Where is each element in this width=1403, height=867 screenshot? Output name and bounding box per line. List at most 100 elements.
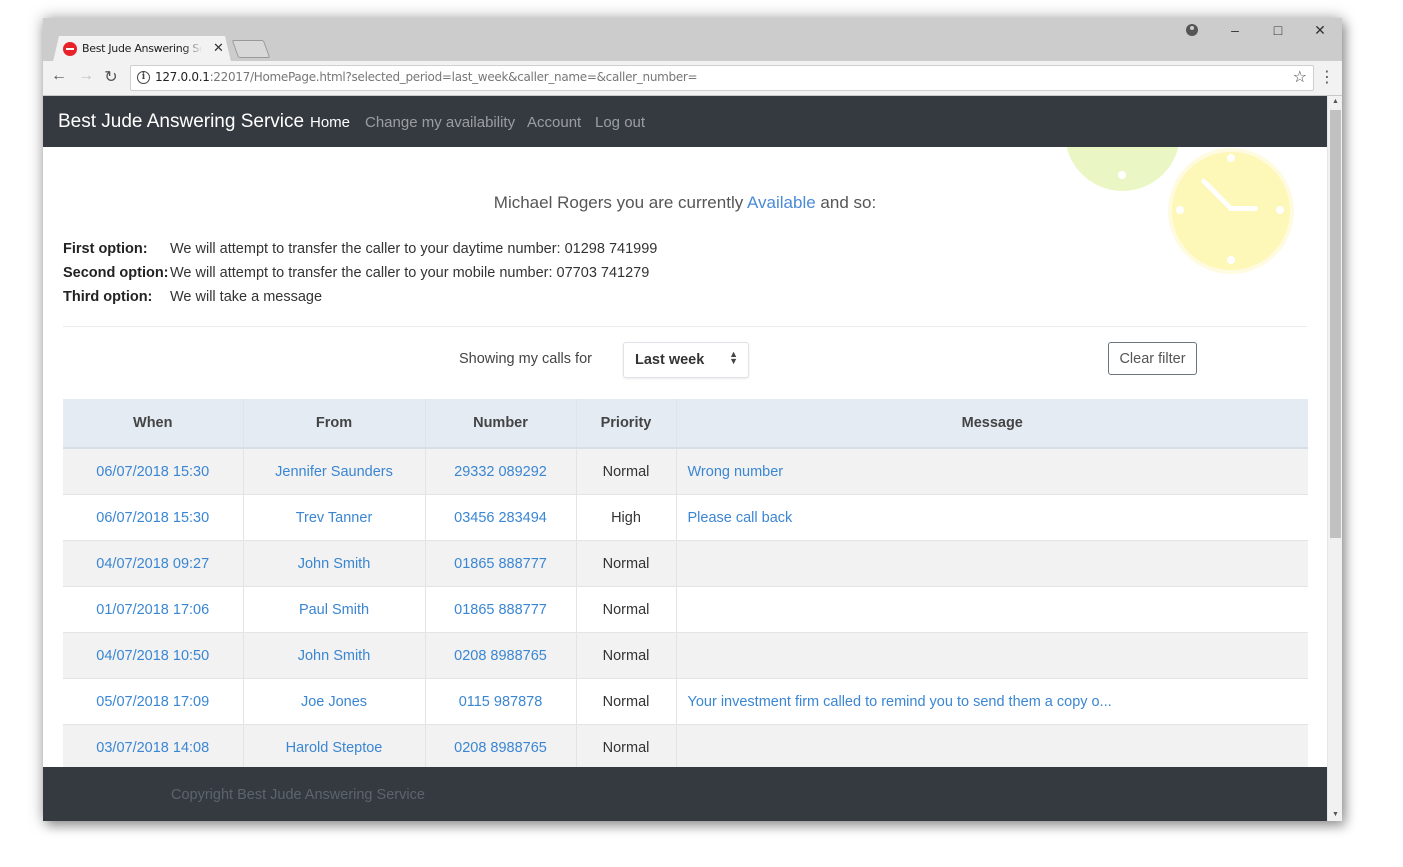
number-link[interactable]: 03456 283494	[454, 510, 547, 526]
close-window-icon[interactable]: ✕	[1310, 22, 1330, 39]
table-header-row: When From Number Priority Message	[63, 399, 1308, 449]
number-link[interactable]: 0208 8988765	[454, 648, 547, 664]
cell-priority: Normal	[576, 540, 677, 587]
calls-table: When From Number Priority Message 06/07/…	[63, 399, 1308, 771]
when-link[interactable]: 04/07/2018 09:27	[96, 556, 209, 572]
option-text: We will attempt to transfer the caller t…	[170, 241, 658, 257]
number-link[interactable]: 0115 987878	[459, 694, 543, 710]
new-tab-button[interactable]	[231, 40, 271, 58]
from-link[interactable]: Joe Jones	[301, 694, 367, 710]
cell-from: Harold Steptoe	[243, 724, 426, 771]
cell-number: 01865 888777	[425, 540, 577, 587]
when-link[interactable]: 06/07/2018 15:30	[96, 510, 209, 526]
browser-menu-icon[interactable]: ⋮	[1319, 67, 1335, 87]
option-label: First option:	[63, 241, 148, 257]
vertical-scrollbar[interactable]: ▲ ▼	[1327, 96, 1342, 821]
info-icon[interactable]: i	[137, 71, 150, 84]
nav-account[interactable]: Account	[527, 114, 581, 131]
from-link[interactable]: John Smith	[298, 648, 371, 664]
profile-icon[interactable]	[1186, 24, 1198, 36]
cell-message	[676, 632, 1308, 679]
forward-icon[interactable]: →	[76, 67, 96, 85]
minimize-icon[interactable]: –	[1225, 22, 1245, 38]
scroll-up-icon[interactable]: ▲	[1328, 96, 1342, 108]
cell-from: Trev Tanner	[243, 494, 426, 541]
option-row: Third option: We will take a message	[63, 289, 657, 313]
bookmark-star-icon[interactable]: ☆	[1293, 67, 1307, 87]
column-header-number[interactable]: Number	[425, 399, 577, 449]
select-arrows-icon: ▲ ▼	[729, 349, 738, 366]
from-link[interactable]: Trev Tanner	[296, 510, 373, 526]
period-select[interactable]: Last week ▲ ▼	[623, 342, 749, 378]
cell-message	[676, 586, 1308, 633]
calls-table-body: 06/07/2018 15:30 Jennifer Saunders 29332 0…	[63, 448, 1308, 771]
cell-from: Jennifer Saunders	[243, 448, 426, 495]
nav-home[interactable]: Home	[310, 114, 350, 131]
when-link[interactable]: 01/07/2018 17:06	[96, 602, 209, 618]
when-link[interactable]: 03/07/2018 14:08	[96, 740, 209, 756]
when-link[interactable]: 05/07/2018 17:09	[96, 694, 209, 710]
cell-from: Paul Smith	[243, 586, 426, 633]
message-link[interactable]: Your investment firm called to remind yo…	[688, 694, 1112, 710]
back-icon[interactable]: ←	[49, 67, 69, 85]
scrollbar-thumb[interactable]	[1330, 110, 1341, 538]
cell-number: 0115 987878	[425, 678, 577, 725]
cell-when: 04/07/2018 09:27	[63, 540, 244, 587]
availability-status-link[interactable]: Available	[747, 193, 816, 212]
when-link[interactable]: 04/07/2018 10:50	[96, 648, 209, 664]
browser-toolbar: ← → ↻ i 127.0.0.1:22017/HomePage.html?se…	[43, 61, 1342, 96]
page-viewport: Best Jude Answering Service Home Change …	[43, 96, 1327, 821]
clock-mark	[1227, 154, 1235, 162]
address-bar[interactable]: i 127.0.0.1:22017/HomePage.html?selected…	[130, 65, 1314, 91]
availability-message: Michael Rogers you are currently Availab…	[43, 193, 1327, 213]
nav-change-availability[interactable]: Change my availability	[365, 114, 515, 131]
brand-link[interactable]: Best Jude Answering Service	[58, 111, 304, 133]
url-text[interactable]: 127.0.0.1:22017/HomePage.html?selected_p…	[155, 70, 698, 84]
option-label: Third option:	[63, 289, 153, 305]
table-row: 05/07/2018 17:09 Joe Jones 0115 987878 Norm…	[63, 678, 1308, 725]
option-text: We will attempt to transfer the caller t…	[170, 265, 650, 281]
url-path: :22017/HomePage.html?selected_period=las…	[209, 70, 698, 84]
page-footer: Copyright Best Jude Answering Service	[43, 767, 1327, 821]
reload-icon[interactable]: ↻	[101, 67, 121, 87]
table-row: 06/07/2018 15:30 Jennifer Saunders 29332 0…	[63, 448, 1308, 495]
cell-when: 04/07/2018 10:50	[63, 632, 244, 679]
close-tab-icon[interactable]: ✕	[213, 40, 224, 56]
column-header-priority[interactable]: Priority	[576, 399, 677, 449]
cell-when: 06/07/2018 15:30	[63, 448, 244, 495]
when-link[interactable]: 06/07/2018 15:30	[96, 464, 209, 480]
availability-prefix: Michael Rogers you are currently	[493, 193, 748, 212]
number-link[interactable]: 01865 888777	[454, 602, 547, 618]
column-header-message[interactable]: Message	[676, 399, 1308, 449]
scroll-down-icon[interactable]: ▼	[1328, 809, 1342, 821]
clear-filter-button[interactable]: Clear filter	[1108, 342, 1197, 375]
column-header-from[interactable]: From	[243, 399, 426, 449]
number-link[interactable]: 0208 8988765	[454, 740, 547, 756]
cell-from: John Smith	[243, 540, 426, 587]
message-link[interactable]: Please call back	[688, 510, 793, 526]
number-link[interactable]: 29332 089292	[454, 464, 547, 480]
cell-message: Please call back	[676, 494, 1308, 541]
browser-tab[interactable]: Best Jude Answering Service ✕	[53, 36, 231, 62]
cell-when: 06/07/2018 15:30	[63, 494, 244, 541]
from-link[interactable]: Harold Steptoe	[286, 740, 383, 756]
nav-log-out[interactable]: Log out	[595, 114, 645, 131]
table-row: 03/07/2018 14:08 Harold Steptoe 0208 89887…	[63, 724, 1308, 771]
from-link[interactable]: John Smith	[298, 556, 371, 572]
from-link[interactable]: Paul Smith	[299, 602, 369, 618]
cell-number: 0208 8988765	[425, 632, 577, 679]
url-host: 127.0.0.1	[155, 70, 210, 84]
cell-message	[676, 724, 1308, 771]
from-link[interactable]: Jennifer Saunders	[275, 464, 393, 480]
number-link[interactable]: 01865 888777	[454, 556, 547, 572]
cell-number: 0208 8988765	[425, 724, 577, 771]
maximize-icon[interactable]: □	[1268, 22, 1288, 38]
clock-mark	[1227, 256, 1235, 264]
cell-priority: High	[576, 494, 677, 541]
tab-strip: Best Jude Answering Service ✕ – □ ✕	[43, 18, 1342, 62]
message-link[interactable]: Wrong number	[688, 464, 784, 480]
column-header-when[interactable]: When	[63, 399, 244, 449]
option-label: Second option:	[63, 265, 169, 281]
cell-number: 01865 888777	[425, 586, 577, 633]
table-row: 04/07/2018 10:50 John Smith 0208 8988765 No…	[63, 632, 1308, 679]
